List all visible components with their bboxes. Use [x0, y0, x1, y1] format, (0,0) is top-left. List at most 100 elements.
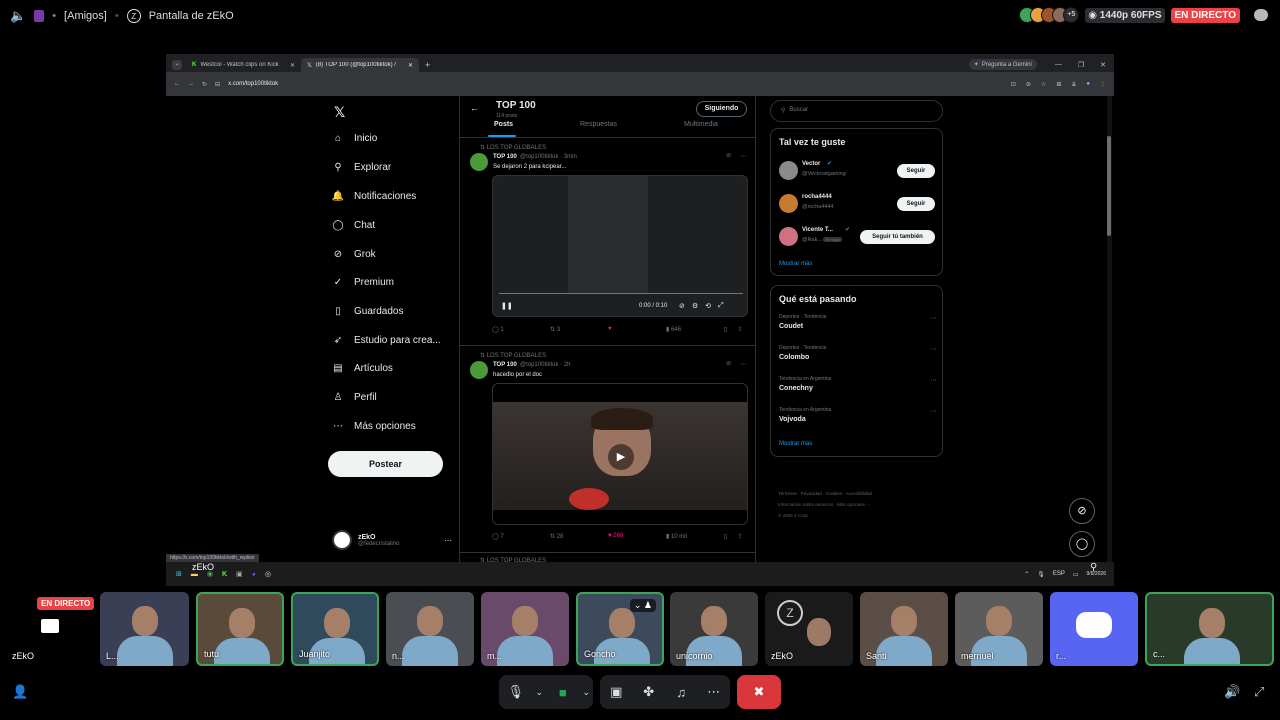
fullscreen-icon[interactable]: ⤢: [1254, 684, 1264, 700]
participant-tile[interactable]: EN DIRECTO zEkO: [6, 592, 95, 666]
chat-bubble-icon[interactable]: [1254, 9, 1268, 21]
follow-button[interactable]: Seguir tú también: [860, 230, 935, 244]
suggestion-row[interactable]: Vicente T... ✔ @Rak... Te sigue Seguir tú t…: [779, 224, 935, 250]
more-icon[interactable]: ⋯: [699, 684, 729, 700]
views-button[interactable]: ▮ 10 mil: [666, 533, 724, 540]
following-button[interactable]: Siguiendo: [696, 101, 747, 117]
browser-tab-active[interactable]: 𝕏 (8) TOP 100 (@top100tiktok) / ✕: [301, 58, 419, 72]
share-icon[interactable]: ⇪: [738, 533, 743, 540]
mic-icon[interactable]: 🎙: [1037, 571, 1045, 578]
downloads-icon[interactable]: ⇊: [1071, 81, 1076, 88]
trend-item[interactable]: Deportes · Tendencia Colombo ⋯: [779, 345, 937, 371]
zoom-icon[interactable]: ⚲: [1090, 562, 1097, 573]
more-icon[interactable]: ⋯: [930, 314, 937, 322]
bookmark-icon[interactable]: ▯: [724, 533, 738, 540]
chevron-down-icon[interactable]: ⌄: [534, 687, 544, 698]
server-icon[interactable]: [34, 10, 45, 22]
video-player[interactable]: ▶: [492, 383, 748, 525]
nav-item-explorar[interactable]: ⚲ Explorar: [332, 161, 391, 173]
fullscreen-icon[interactable]: ⤢: [718, 302, 724, 310]
suggestion-row[interactable]: Vector ✔ @Vectoratgaming Seguir: [779, 158, 935, 184]
post[interactable]: ⇅ LOS TOP GLOBALES TOP 100 @top100tiktok…: [460, 138, 756, 346]
site-info-icon[interactable]: ⊟: [215, 81, 220, 88]
nav-item-art-culos[interactable]: ▤ Artículos: [332, 362, 393, 374]
invite-icon[interactable]: 👤: [12, 684, 28, 700]
author-name[interactable]: TOP 100: [493, 154, 517, 160]
participant-tile[interactable]: unicornio: [670, 592, 758, 666]
install-icon[interactable]: ⊡: [1011, 81, 1016, 88]
nav-item-guardados[interactable]: ▯ Guardados: [332, 305, 403, 317]
participant-tile[interactable]: r...: [1050, 592, 1138, 666]
more-icon[interactable]: ⋯: [740, 360, 747, 368]
play-icon[interactable]: ▶: [608, 444, 634, 470]
viewer-avatars[interactable]: +5: [1019, 7, 1080, 23]
like-button[interactable]: ♥ 268: [608, 533, 666, 540]
tab-posts[interactable]: Posts: [494, 121, 513, 128]
nav-item-inicio[interactable]: ⌂ Inicio: [332, 132, 377, 144]
participant-tile[interactable]: ⌄ ♟ Goncho: [576, 592, 664, 666]
nav-item-chat[interactable]: ◯ Chat: [332, 219, 375, 231]
post-button[interactable]: Postear: [328, 451, 443, 477]
windows-start-icon[interactable]: ⊞: [176, 570, 182, 578]
screen-share-icon[interactable]: ▣: [601, 684, 631, 700]
reply-button[interactable]: ◯ 1: [492, 326, 550, 333]
trends-more-link[interactable]: Mostrar más: [779, 441, 812, 447]
video-player[interactable]: ❚❚ 0:00 / 0:10 ⊘ ⚙ ⟲ ⤢: [492, 175, 748, 317]
participant-tile[interactable]: ZzEkO: [765, 592, 853, 666]
speaker-icon[interactable]: 🔈: [10, 8, 26, 24]
volume-icon[interactable]: 🔊: [1224, 684, 1240, 700]
disconnect-button[interactable]: ✖: [737, 675, 781, 709]
chevron-down-icon[interactable]: ⌄: [581, 687, 591, 698]
grok-icon[interactable]: ⊘: [726, 360, 731, 367]
obs-icon[interactable]: ◎: [265, 570, 271, 578]
x-logo-icon[interactable]: 𝕏: [334, 104, 345, 121]
activities-icon[interactable]: ✤: [634, 684, 664, 700]
trend-item[interactable]: Deportes · Tendencia Coudet ⋯: [779, 314, 937, 340]
forward-icon[interactable]: →: [188, 81, 194, 87]
nav-item-grok[interactable]: ⊘ Grok: [332, 248, 376, 260]
profile-icon[interactable]: ●: [1086, 81, 1090, 88]
nav-item-m-s-opciones[interactable]: ⋯ Más opciones: [332, 420, 416, 432]
participant-tile[interactable]: n...: [386, 592, 474, 666]
more-icon[interactable]: ⋯: [930, 376, 937, 384]
participant-tile[interactable]: mernuel: [955, 592, 1043, 666]
grok-float-button[interactable]: ⊘: [1069, 498, 1095, 524]
progress-bar[interactable]: [499, 293, 743, 294]
tab-media[interactable]: Multimedia: [684, 121, 718, 128]
channel-name[interactable]: [Amigos]: [64, 10, 107, 22]
app-icon[interactable]: ▣: [236, 570, 243, 578]
scrollbar-thumb[interactable]: [1107, 136, 1111, 236]
post[interactable]: ⇅ LOS TOP GLOBALES TOP 100 @top100tiktok…: [460, 346, 756, 553]
close-tab-icon[interactable]: ✕: [290, 62, 295, 69]
tab-list-icon[interactable]: ⌄: [172, 60, 182, 70]
follow-button[interactable]: Seguir: [897, 164, 935, 178]
close-window-icon[interactable]: ✕: [1100, 61, 1106, 69]
more-icon[interactable]: ⋯: [444, 536, 452, 545]
participant-tile[interactable]: L...: [100, 592, 189, 666]
repost-button[interactable]: ⇅ 3: [550, 326, 608, 333]
tile-options[interactable]: ⌄ ♟: [629, 599, 656, 612]
scrollbar[interactable]: [1107, 96, 1112, 564]
chat-float-button[interactable]: ◯: [1069, 531, 1095, 557]
participant-tile[interactable]: m...: [481, 592, 569, 666]
show-more-link[interactable]: Mostrar más: [779, 261, 812, 267]
discord-icon[interactable]: ◕: [252, 571, 256, 578]
reload-icon[interactable]: ↻: [202, 81, 207, 88]
participant-tile[interactable]: c...: [1145, 592, 1274, 666]
participant-tile[interactable]: Santi: [860, 592, 948, 666]
new-tab-icon[interactable]: +: [425, 60, 430, 70]
browser-tab[interactable]: K Westcol - Watch clips on Kick ✕: [186, 58, 301, 72]
suggestion-row[interactable]: rocha4444✔@rocha4444Seguir: [779, 191, 935, 217]
menu-icon[interactable]: ⋮: [1100, 81, 1106, 88]
share-icon[interactable]: ⇪: [738, 326, 743, 333]
nav-item-estudio-para-crea[interactable]: ➶ Estudio para crea...: [332, 334, 441, 346]
soundboard-icon[interactable]: ♫: [666, 685, 696, 700]
author-name[interactable]: TOP 100: [493, 362, 517, 368]
grok-icon[interactable]: ⊘: [726, 152, 731, 159]
gemini-button[interactable]: ✦ Pregunta a Gemini: [968, 59, 1037, 70]
repost-button[interactable]: ⇅ 28: [550, 533, 608, 540]
network-icon[interactable]: ▭: [1073, 571, 1079, 578]
trend-item[interactable]: Tendencia en Argentina Conechny ⋯: [779, 376, 937, 402]
back-icon[interactable]: ←: [174, 81, 180, 87]
trend-item[interactable]: Tendencia en Argentina Vojvoda ⋯: [779, 407, 937, 433]
